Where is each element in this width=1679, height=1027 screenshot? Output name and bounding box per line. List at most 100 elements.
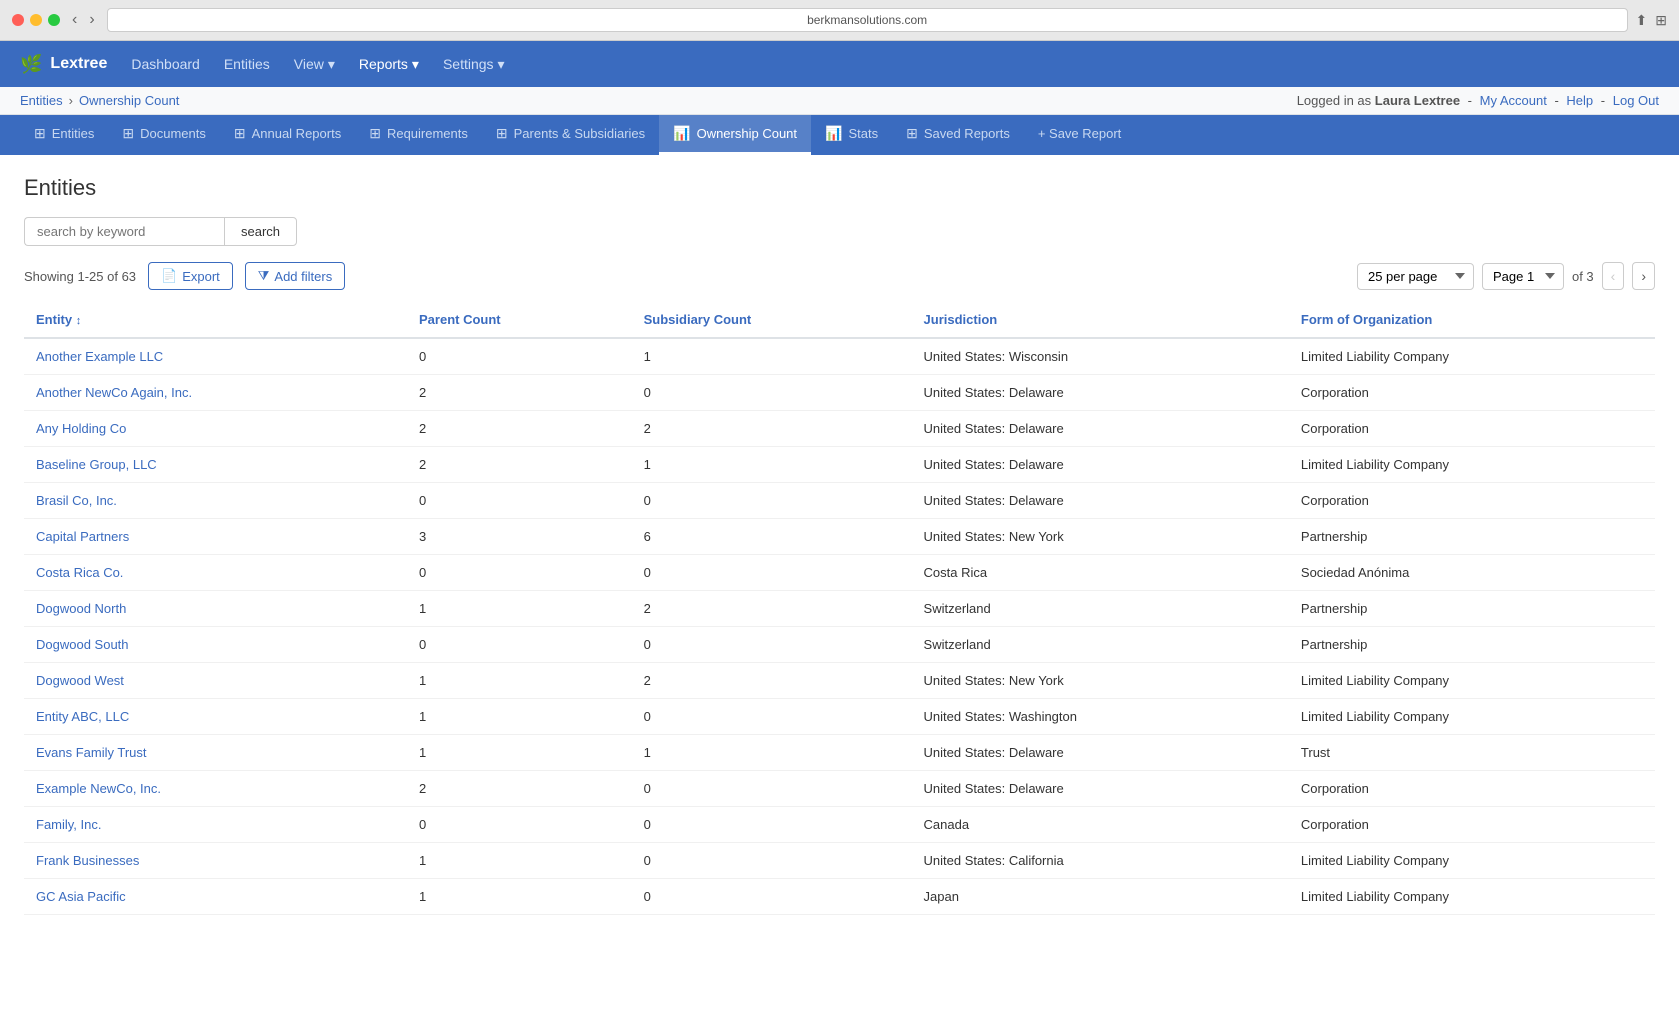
search-input[interactable] xyxy=(24,217,224,246)
form-of-org-cell: Limited Liability Company xyxy=(1289,447,1655,483)
tab-ownership-count[interactable]: 📊 Ownership Count xyxy=(659,115,811,155)
maximize-window-button[interactable] xyxy=(48,14,60,26)
tab-parents-subsidiaries[interactable]: ⊞ Parents & Subsidiaries xyxy=(482,115,659,155)
subsidiary-count-cell: 1 xyxy=(632,735,912,771)
browser-address-bar[interactable]: berkmansolutions.com xyxy=(107,8,1628,32)
jurisdiction-cell: United States: California xyxy=(912,843,1289,879)
table-row: Family, Inc. 0 0 Canada Corporation xyxy=(24,807,1655,843)
minimize-window-button[interactable] xyxy=(30,14,42,26)
nav-settings[interactable]: Settings ▾ xyxy=(443,56,505,73)
jurisdiction-cell: United States: New York xyxy=(912,663,1289,699)
next-page-button[interactable]: › xyxy=(1632,262,1655,290)
entity-name-cell[interactable]: Dogwood South xyxy=(24,627,407,663)
table-row: GC Asia Pacific 1 0 Japan Limited Liabil… xyxy=(24,879,1655,915)
export-button[interactable]: 📄 Export xyxy=(148,262,233,290)
entity-name-cell[interactable]: Example NewCo, Inc. xyxy=(24,771,407,807)
jurisdiction-cell: Canada xyxy=(912,807,1289,843)
help-link[interactable]: Help xyxy=(1566,93,1593,108)
showing-text: Showing 1-25 of 63 xyxy=(24,269,136,284)
table-row: Capital Partners 3 6 United States: New … xyxy=(24,519,1655,555)
col-header-entity[interactable]: Entity ↕ xyxy=(24,302,407,338)
app-logo[interactable]: 🌿 Lextree xyxy=(20,54,107,75)
tab-saved-reports[interactable]: ⊞ Saved Reports xyxy=(892,115,1024,155)
entity-name-cell[interactable]: Any Holding Co xyxy=(24,411,407,447)
my-account-link[interactable]: My Account xyxy=(1480,93,1547,108)
view-dropdown-icon: ▾ xyxy=(328,56,335,73)
browser-share-button[interactable]: ⬆ xyxy=(1636,12,1648,29)
col-header-jurisdiction[interactable]: Jurisdiction xyxy=(912,302,1289,338)
tab-entities[interactable]: ⊞ Entities xyxy=(20,115,108,155)
tab-save-report[interactable]: + Save Report xyxy=(1024,116,1135,154)
col-header-parent-count[interactable]: Parent Count xyxy=(407,302,632,338)
entity-name-cell[interactable]: Another NewCo Again, Inc. xyxy=(24,375,407,411)
parent-count-cell: 2 xyxy=(407,771,632,807)
table-row: Dogwood South 0 0 Switzerland Partnershi… xyxy=(24,627,1655,663)
table-row: Frank Businesses 1 0 United States: Cali… xyxy=(24,843,1655,879)
nav-dashboard[interactable]: Dashboard xyxy=(131,56,200,72)
parent-count-cell: 1 xyxy=(407,879,632,915)
nav-reports[interactable]: Reports ▾ xyxy=(359,56,419,73)
parent-count-cell: 1 xyxy=(407,591,632,627)
entity-name-cell[interactable]: Frank Businesses xyxy=(24,843,407,879)
prev-page-button[interactable]: ‹ xyxy=(1602,262,1625,290)
search-button[interactable]: search xyxy=(224,217,297,246)
tab-requirements[interactable]: ⊞ Requirements xyxy=(355,115,482,155)
parent-count-cell: 2 xyxy=(407,411,632,447)
jurisdiction-cell: Switzerland xyxy=(912,591,1289,627)
table-row: Costa Rica Co. 0 0 Costa Rica Sociedad A… xyxy=(24,555,1655,591)
entity-name-cell[interactable]: Brasil Co, Inc. xyxy=(24,483,407,519)
col-header-subsidiary-count[interactable]: Subsidiary Count xyxy=(632,302,912,338)
tab-documents[interactable]: ⊞ Documents xyxy=(108,115,219,155)
close-window-button[interactable] xyxy=(12,14,24,26)
per-page-select[interactable]: 25 per page 10 per page 50 per page 100 … xyxy=(1357,263,1474,290)
form-of-org-cell: Corporation xyxy=(1289,411,1655,447)
table-row: Baseline Group, LLC 2 1 United States: D… xyxy=(24,447,1655,483)
entity-name-cell[interactable]: Dogwood North xyxy=(24,591,407,627)
browser-new-tab-button[interactable]: ⊞ xyxy=(1655,12,1667,29)
browser-forward-button[interactable]: › xyxy=(85,11,98,29)
parent-count-cell: 2 xyxy=(407,447,632,483)
requirements-tab-icon: ⊞ xyxy=(369,125,381,142)
subsidiary-count-cell: 2 xyxy=(632,663,912,699)
reports-dropdown-icon: ▾ xyxy=(412,56,419,73)
entity-name-cell[interactable]: Entity ABC, LLC xyxy=(24,699,407,735)
subsidiary-count-cell: 2 xyxy=(632,411,912,447)
page-select[interactable]: Page 1 Page 2 Page 3 xyxy=(1482,263,1564,290)
nav-entities[interactable]: Entities xyxy=(224,56,270,72)
nav-view[interactable]: View ▾ xyxy=(294,56,335,73)
entity-name-cell[interactable]: Dogwood West xyxy=(24,663,407,699)
form-of-org-cell: Limited Liability Company xyxy=(1289,879,1655,915)
entity-name-cell[interactable]: Capital Partners xyxy=(24,519,407,555)
annual-reports-tab-icon: ⊞ xyxy=(234,125,246,142)
entity-name-cell[interactable]: Family, Inc. xyxy=(24,807,407,843)
entity-name-cell[interactable]: Another Example LLC xyxy=(24,338,407,375)
entity-name-cell[interactable]: GC Asia Pacific xyxy=(24,879,407,915)
entity-name-cell[interactable]: Costa Rica Co. xyxy=(24,555,407,591)
jurisdiction-cell: United States: Delaware xyxy=(912,411,1289,447)
page-title: Entities xyxy=(24,175,1655,201)
add-filters-button[interactable]: ⧩ Add filters xyxy=(245,262,345,290)
jurisdiction-cell: United States: Wisconsin xyxy=(912,338,1289,375)
table-row: Entity ABC, LLC 1 0 United States: Washi… xyxy=(24,699,1655,735)
saved-reports-tab-icon: ⊞ xyxy=(906,125,918,142)
form-of-org-cell: Corporation xyxy=(1289,375,1655,411)
toolbar-left: Showing 1-25 of 63 📄 Export ⧩ Add filter… xyxy=(24,262,345,290)
logo-icon: 🌿 xyxy=(20,54,42,75)
tab-stats[interactable]: 📊 Stats xyxy=(811,115,892,155)
browser-back-button[interactable]: ‹ xyxy=(68,11,81,29)
entity-name-cell[interactable]: Baseline Group, LLC xyxy=(24,447,407,483)
breadcrumb-entities-link[interactable]: Entities xyxy=(20,93,63,108)
parent-count-cell: 0 xyxy=(407,483,632,519)
toolbar-right: 25 per page 10 per page 50 per page 100 … xyxy=(1357,262,1655,290)
jurisdiction-cell: Japan xyxy=(912,879,1289,915)
entity-name-cell[interactable]: Evans Family Trust xyxy=(24,735,407,771)
jurisdiction-cell: United States: Delaware xyxy=(912,447,1289,483)
of-pages-text: of 3 xyxy=(1572,269,1594,284)
tab-annual-reports[interactable]: ⊞ Annual Reports xyxy=(220,115,355,155)
parent-count-cell: 1 xyxy=(407,699,632,735)
log-out-link[interactable]: Log Out xyxy=(1613,93,1659,108)
main-content: Entities search Showing 1-25 of 63 📄 Exp… xyxy=(0,155,1679,935)
col-header-form-of-org[interactable]: Form of Organization xyxy=(1289,302,1655,338)
browser-navigation: ‹ › xyxy=(68,11,99,29)
subsidiary-count-cell: 1 xyxy=(632,447,912,483)
